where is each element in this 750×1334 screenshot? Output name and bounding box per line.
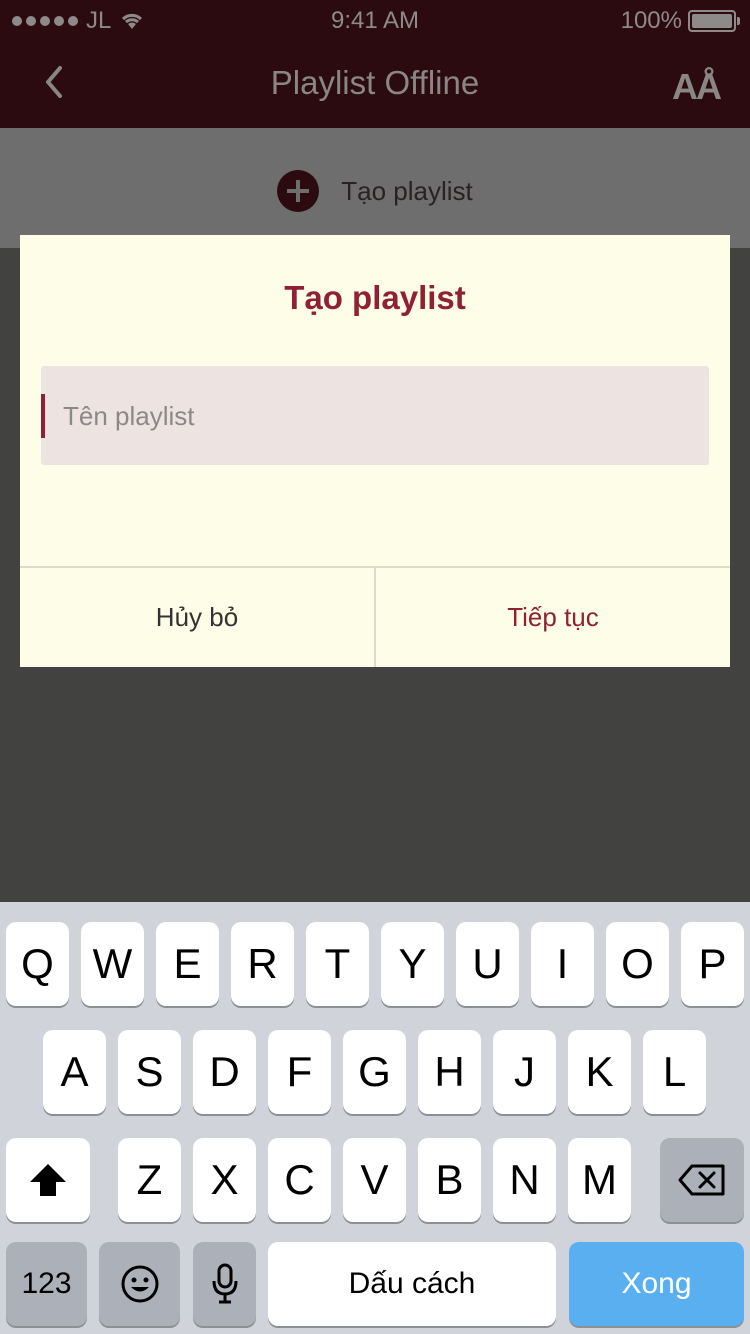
page-title: Playlist Offline xyxy=(270,64,480,101)
key-i[interactable]: I xyxy=(531,922,594,1006)
key-o[interactable]: O xyxy=(606,922,669,1006)
key-r[interactable]: R xyxy=(231,922,294,1006)
space-key[interactable]: Dấu cách xyxy=(268,1242,556,1326)
key-e[interactable]: E xyxy=(156,922,219,1006)
shift-arrow-icon xyxy=(30,1164,66,1196)
key-d[interactable]: D xyxy=(193,1030,256,1114)
key-c[interactable]: C xyxy=(268,1138,331,1222)
key-y[interactable]: Y xyxy=(381,922,444,1006)
key-p[interactable]: P xyxy=(681,922,744,1006)
key-t[interactable]: T xyxy=(306,922,369,1006)
create-playlist-row[interactable]: Tạo playlist xyxy=(0,170,750,212)
emoji-icon xyxy=(121,1265,158,1303)
key-k[interactable]: K xyxy=(568,1030,631,1114)
create-playlist-label: Tạo playlist xyxy=(341,175,473,206)
create-playlist-dialog: Tạo playlist Hủy bỏ Tiếp tục xyxy=(20,235,730,667)
key-w[interactable]: W xyxy=(81,922,144,1006)
backspace-key[interactable] xyxy=(660,1138,744,1222)
key-b[interactable]: B xyxy=(418,1138,481,1222)
continue-button[interactable]: Tiếp tục xyxy=(376,568,730,667)
key-n[interactable]: N xyxy=(493,1138,556,1222)
battery-percent: 100% xyxy=(620,7,682,34)
plus-circle-icon xyxy=(277,170,320,212)
key-f[interactable]: F xyxy=(268,1030,331,1114)
shift-key[interactable] xyxy=(6,1138,90,1222)
playlist-name-input[interactable] xyxy=(61,366,695,467)
dialog-title: Tạo playlist xyxy=(284,279,466,316)
nav-bar: Playlist Offline AÅ xyxy=(0,40,750,128)
key-g[interactable]: G xyxy=(343,1030,406,1114)
status-bar: JL 9:41 AM 100% xyxy=(0,0,750,40)
microphone-icon xyxy=(212,1263,237,1304)
text-caret xyxy=(41,394,45,438)
battery-icon xyxy=(688,10,740,32)
emoji-key[interactable] xyxy=(99,1242,180,1326)
key-a[interactable]: A xyxy=(43,1030,106,1114)
key-m[interactable]: M xyxy=(568,1138,631,1222)
key-u[interactable]: U xyxy=(456,922,519,1006)
key-v[interactable]: V xyxy=(343,1138,406,1222)
key-h[interactable]: H xyxy=(418,1030,481,1114)
key-s[interactable]: S xyxy=(118,1030,181,1114)
key-z[interactable]: Z xyxy=(118,1138,181,1222)
dictation-key[interactable] xyxy=(193,1242,256,1326)
backspace-icon xyxy=(678,1164,725,1196)
key-l[interactable]: L xyxy=(643,1030,706,1114)
keyboard: Q W E R T Y U I O P A S D F G H J K L Z … xyxy=(0,902,750,1334)
done-key[interactable]: Xong xyxy=(569,1242,744,1326)
status-right: 100% xyxy=(620,7,740,35)
playlist-name-field xyxy=(41,366,709,467)
numbers-key[interactable]: 123 xyxy=(6,1242,87,1326)
font-size-button[interactable]: AÅ xyxy=(672,66,722,108)
key-x[interactable]: X xyxy=(193,1138,256,1222)
key-j[interactable]: J xyxy=(493,1030,556,1114)
cancel-button[interactable]: Hủy bỏ xyxy=(20,568,374,667)
key-q[interactable]: Q xyxy=(6,922,69,1006)
